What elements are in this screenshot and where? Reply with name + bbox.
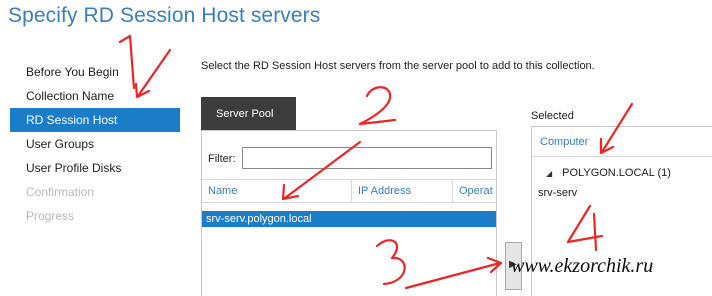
column-name[interactable]: Name xyxy=(202,180,348,202)
instructions-text: Select the RD Session Host servers from … xyxy=(201,60,595,72)
nav-item-user-profile-disks[interactable]: User Profile Disks xyxy=(10,156,180,180)
selected-label: Selected xyxy=(531,110,574,122)
filter-input[interactable] xyxy=(242,147,492,169)
column-ip-address[interactable]: IP Address xyxy=(351,180,451,202)
group-polygon-local[interactable]: ◢ POLYGON.LOCAL (1) xyxy=(546,167,671,179)
tab-server-pool[interactable]: Server Pool xyxy=(201,97,296,130)
nav-item-progress: Progress xyxy=(26,209,75,223)
nav-item-user-groups[interactable]: User Groups xyxy=(10,132,180,156)
nav-item-collection-name[interactable]: Collection Name xyxy=(10,84,180,108)
selected-server-item[interactable]: srv-serv xyxy=(538,187,577,199)
group-label: POLYGON.LOCAL (1) xyxy=(562,167,671,179)
wizard-nav: Before You Begin Collection Name RD Sess… xyxy=(10,60,180,228)
column-computer[interactable]: Computer xyxy=(540,136,588,148)
nav-item-before-you-begin[interactable]: Before You Begin xyxy=(10,60,180,84)
filter-label: Filter: xyxy=(208,153,236,165)
nav-item-confirmation: Confirmation xyxy=(26,185,95,199)
collapse-triangle-icon: ◢ xyxy=(546,169,553,178)
watermark-text: www.ekzorchik.ru xyxy=(511,255,654,277)
nav-item-rd-session-host[interactable]: RD Session Host xyxy=(10,108,180,132)
server-pool-panel: Filter: Name IP Address Operat srv-serv.… xyxy=(201,130,497,296)
table-row[interactable]: srv-serv.polygon.local xyxy=(202,211,496,227)
column-operating-system[interactable]: Operat xyxy=(452,180,496,202)
page-title: Specify RD Session Host servers xyxy=(8,4,321,27)
annotation-number-2 xyxy=(358,86,397,126)
server-pool-grid-header: Name IP Address Operat xyxy=(202,179,496,203)
selected-header: Computer xyxy=(532,127,712,157)
